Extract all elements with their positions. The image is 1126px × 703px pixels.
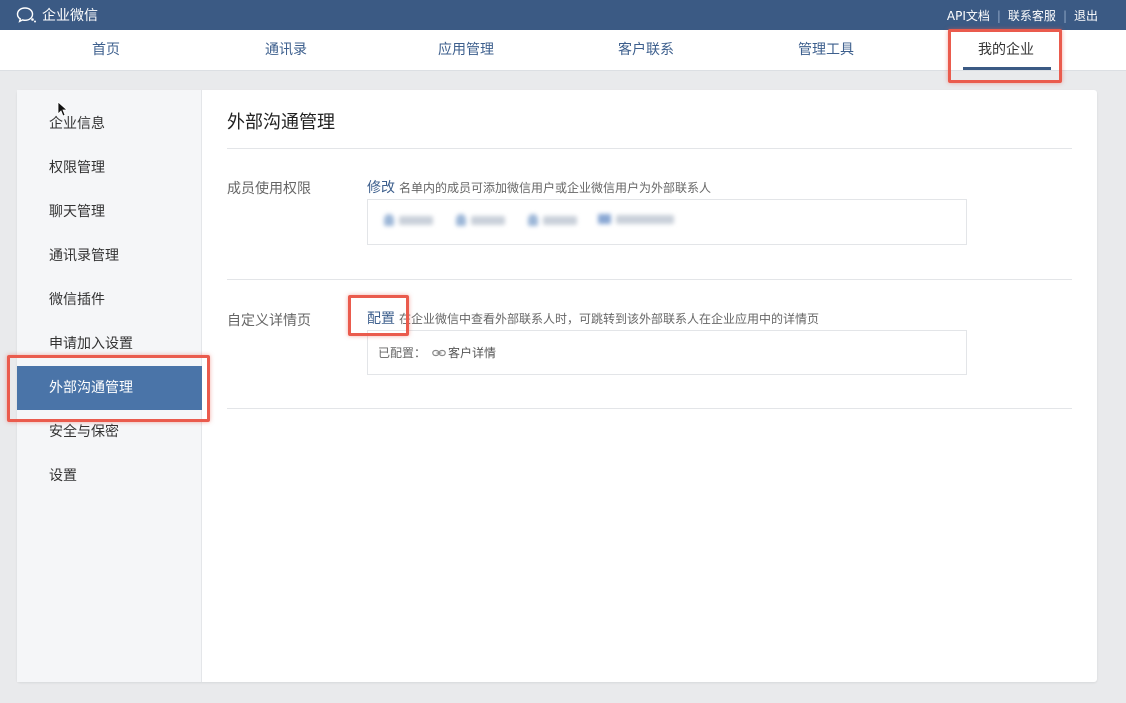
configured-box: 已配置： 客户详情 [367,330,967,375]
member-chip [456,214,505,226]
page-title: 外部沟通管理 [227,112,335,133]
contact-support-link[interactable]: 联系客服 [1008,7,1056,24]
main-nav: 首页 通讯录 应用管理 客户联系 管理工具 我的企业 [0,30,1126,71]
wecom-logo-icon [16,7,36,23]
configured-value-text: 客户详情 [448,346,497,360]
divider [227,148,1072,149]
sidebar-item-contacts-management[interactable]: 通讯录管理 [17,234,202,278]
top-links: API文档 | 联系客服 | 退出 [947,7,1098,24]
department-chip [598,214,674,224]
main-panel: 企业信息 权限管理 聊天管理 通讯录管理 微信插件 申请加入设置 外部沟通管理 … [17,90,1097,682]
custom-detail-description: 在企业微信中查看外部联系人时，可跳转到该外部联系人在企业应用中的详情页 [399,312,820,326]
configured-value[interactable]: 客户详情 [432,344,496,361]
sidebar: 企业信息 权限管理 聊天管理 通讯录管理 微信插件 申请加入设置 外部沟通管理 … [17,90,202,682]
nav-my-enterprise[interactable]: 我的企业 [946,30,1066,70]
logout-link[interactable]: 退出 [1074,7,1098,24]
nav-customer-contact[interactable]: 客户联系 [586,30,706,70]
nav-home[interactable]: 首页 [46,30,166,70]
user-icon [384,214,394,226]
member-chip [528,214,577,226]
nav-management-tools[interactable]: 管理工具 [766,30,886,70]
nav-active-underline [963,67,1051,70]
api-docs-link[interactable]: API文档 [947,7,990,24]
top-link-separator: | [996,8,1001,23]
sidebar-item-wechat-plugin[interactable]: 微信插件 [17,278,202,322]
link-icon [432,349,446,356]
configured-status: 已配置： 客户详情 [378,344,496,361]
configure-link[interactable]: 配置 [367,308,395,328]
sidebar-item-join-settings[interactable]: 申请加入设置 [17,322,202,366]
app-title: 企业微信 [42,8,98,24]
modify-link[interactable]: 修改 [367,177,395,197]
configured-label: 已配置： [378,346,427,360]
sidebar-item-chat-management[interactable]: 聊天管理 [17,190,202,234]
custom-detail-label: 自定义详情页 [227,313,311,329]
member-permission-label: 成员使用权限 [227,181,311,197]
sidebar-item-permissions[interactable]: 权限管理 [17,146,202,190]
member-list-box [367,199,967,245]
sidebar-item-enterprise-info[interactable]: 企业信息 [17,102,202,146]
user-icon [528,214,538,226]
sidebar-item-security[interactable]: 安全与保密 [17,410,202,454]
member-chip [384,214,433,226]
member-permission-description: 名单内的成员可添加微信用户或企业微信用户为外部联系人 [399,181,712,195]
top-bar: 企业微信 API文档 | 联系客服 | 退出 [0,0,1126,30]
divider [227,279,1072,280]
nav-contacts[interactable]: 通讯录 [226,30,346,70]
app-logo[interactable]: 企业微信 [16,5,98,25]
folder-icon [598,214,611,224]
sidebar-item-settings[interactable]: 设置 [17,454,202,498]
top-link-separator: | [1062,8,1067,23]
nav-app-management[interactable]: 应用管理 [406,30,526,70]
user-icon [456,214,466,226]
sidebar-item-external-communication[interactable]: 外部沟通管理 [17,366,202,410]
mouse-cursor-icon [57,101,67,117]
divider [227,408,1072,409]
